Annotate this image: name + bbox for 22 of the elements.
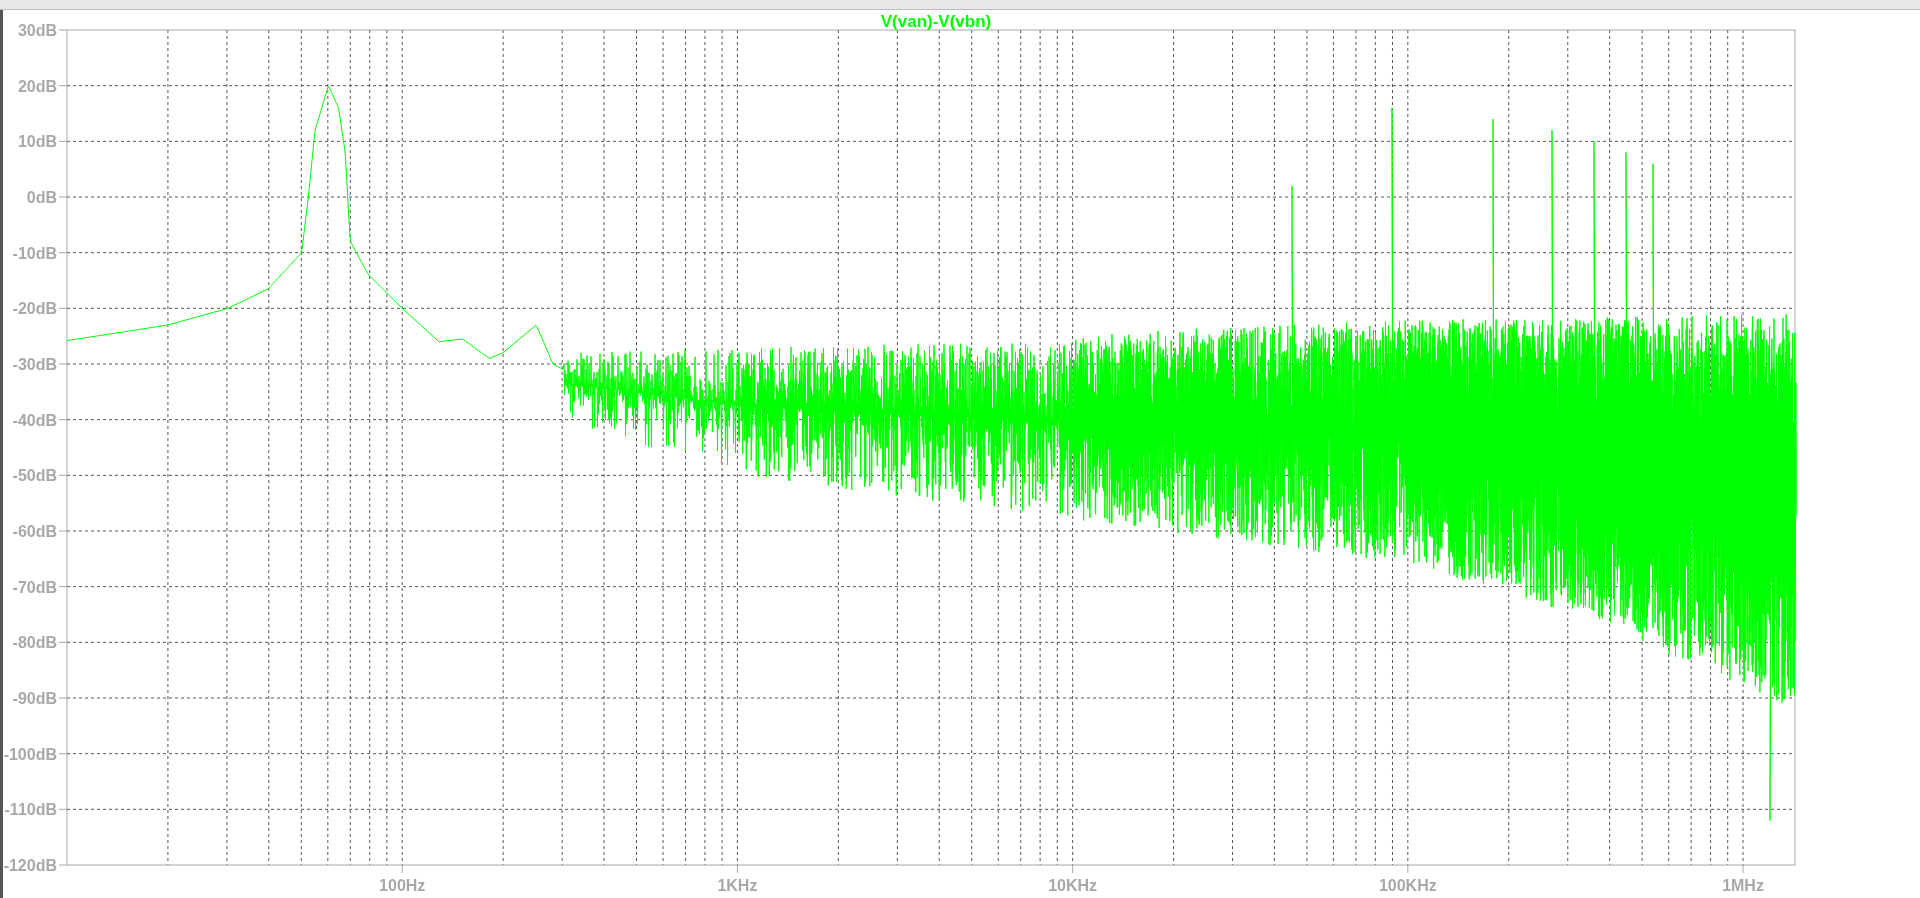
y-axis-label: -120dB [3, 857, 57, 874]
x-axis-label: 10KHz [1048, 877, 1098, 894]
y-axis-label: -100dB [3, 745, 57, 763]
y-axis-label: -30dB [12, 356, 57, 373]
x-axis-label: 100Hz [379, 877, 426, 894]
y-axis-label: -90dB [12, 690, 57, 707]
y-axis-label: 10dB [17, 133, 57, 151]
x-axis-label: 100KHz [1378, 877, 1437, 894]
y-axis-label: -70dB [12, 578, 57, 596]
trace-name[interactable]: V(van)-V(vbn) [880, 12, 992, 31]
y-axis-label: -110dB [4, 801, 57, 819]
y-axis-label: -20dB [12, 300, 57, 318]
y-axis-label: -80dB [12, 634, 57, 652]
y-axis-label: 30dB [17, 22, 57, 39]
x-axis-label: 1KHz [717, 877, 758, 894]
y-axis-label: -10dB [12, 244, 57, 262]
y-axis-label: -60dB [12, 523, 57, 540]
y-axis-label: 0dB [26, 189, 57, 206]
x-axis-label: 1MHz [1722, 877, 1764, 894]
y-axis-label: -50dB [12, 467, 57, 485]
y-axis-label: 20dB [17, 77, 57, 95]
y-axis-label: -40dB [12, 411, 57, 429]
